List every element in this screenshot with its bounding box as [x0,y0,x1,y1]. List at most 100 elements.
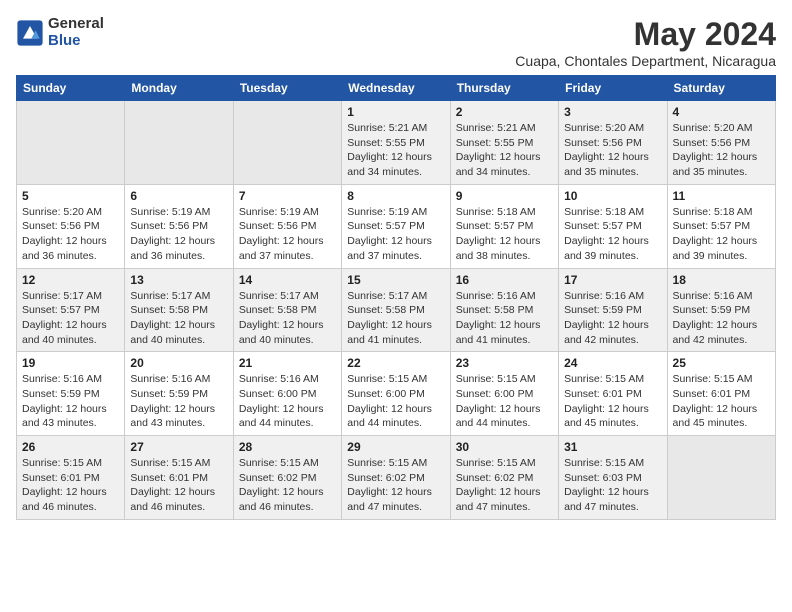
month-title: May 2024 [515,16,776,53]
day-info: Sunrise: 5:15 AMSunset: 6:02 PMDaylight:… [347,456,444,515]
day-number: 6 [130,189,227,203]
calendar-cell: 8 Sunrise: 5:19 AMSunset: 5:57 PMDaylight… [342,184,450,268]
title-block: May 2024 Cuapa, Chontales Department, Ni… [515,16,776,69]
calendar-cell: 30 Sunrise: 5:15 AMSunset: 6:02 PMDayligh… [450,436,558,520]
calendar-cell: 21Sunrise: 5:16 AMSunset: 6:00 PMDayligh… [233,352,341,436]
calendar-cell: 14 Sunrise: 5:17 AMSunset: 5:58 PMDayligh… [233,268,341,352]
day-number: 10 [564,189,661,203]
calendar-cell [667,436,775,520]
day-info: Sunrise: 5:15 AMSunset: 6:00 PMDaylight:… [456,372,553,431]
calendar-cell: 31 Sunrise: 5:15 AMSunset: 6:03 PMDayligh… [559,436,667,520]
header-day: Monday [125,76,233,101]
calendar-cell: 6 Sunrise: 5:19 AMSunset: 5:56 PMDaylight… [125,184,233,268]
calendar-cell: 20Sunrise: 5:16 AMSunset: 5:59 PMDayligh… [125,352,233,436]
day-info: Sunrise: 5:15 AMSunset: 6:01 PMDaylight:… [564,372,661,431]
day-info: Sunrise: 5:19 AMSunset: 5:57 PMDaylight:… [347,205,444,264]
calendar-cell: 23Sunrise: 5:15 AMSunset: 6:00 PMDayligh… [450,352,558,436]
calendar-week-row: 12Sunrise: 5:17 AMSunset: 5:57 PMDayligh… [17,268,776,352]
day-info: Sunrise: 5:15 AMSunset: 6:01 PMDaylight:… [130,456,227,515]
calendar-cell: 18 Sunrise: 5:16 AMSunset: 5:59 PMDayligh… [667,268,775,352]
day-info: Sunrise: 5:15 AMSunset: 6:01 PMDaylight:… [22,456,119,515]
calendar-cell: 17 Sunrise: 5:16 AMSunset: 5:59 PMDayligh… [559,268,667,352]
day-info: Sunrise: 5:15 AMSunset: 6:01 PMDaylight:… [673,372,770,431]
day-number: 9 [456,189,553,203]
logo-general: General [48,16,104,33]
day-number: 8 [347,189,444,203]
day-number: 13 [130,273,227,287]
calendar-cell: 7Sunrise: 5:19 AMSunset: 5:56 PMDaylight… [233,184,341,268]
calendar-cell [17,101,125,185]
calendar-cell: 9 Sunrise: 5:18 AMSunset: 5:57 PMDaylight… [450,184,558,268]
calendar-cell: 22Sunrise: 5:15 AMSunset: 6:00 PMDayligh… [342,352,450,436]
calendar-cell: 28Sunrise: 5:15 AMSunset: 6:02 PMDayligh… [233,436,341,520]
day-number: 5 [22,189,119,203]
day-info: Sunrise: 5:15 AMSunset: 6:02 PMDaylight:… [456,456,553,515]
day-number: 2 [456,105,553,119]
header-day: Wednesday [342,76,450,101]
day-info: Sunrise: 5:15 AMSunset: 6:03 PMDaylight:… [564,456,661,515]
logo-blue: Blue [48,33,104,50]
day-number: 20 [130,356,227,370]
day-number: 31 [564,440,661,454]
day-number: 21 [239,356,336,370]
day-info: Sunrise: 5:21 AMSunset: 5:55 PMDaylight:… [456,121,553,180]
day-number: 22 [347,356,444,370]
calendar-cell: 25 Sunrise: 5:15 AMSunset: 6:01 PMDayligh… [667,352,775,436]
day-info: Sunrise: 5:17 AMSunset: 5:58 PMDaylight:… [130,289,227,348]
day-info: Sunrise: 5:16 AMSunset: 5:59 PMDaylight:… [673,289,770,348]
calendar-cell: 24 Sunrise: 5:15 AMSunset: 6:01 PMDayligh… [559,352,667,436]
day-number: 24 [564,356,661,370]
calendar-cell: 2 Sunrise: 5:21 AMSunset: 5:55 PMDaylight… [450,101,558,185]
day-number: 14 [239,273,336,287]
day-info: Sunrise: 5:19 AMSunset: 5:56 PMDaylight:… [130,205,227,264]
day-info: Sunrise: 5:21 AMSunset: 5:55 PMDaylight:… [347,121,444,180]
calendar-cell: 19Sunrise: 5:16 AMSunset: 5:59 PMDayligh… [17,352,125,436]
day-info: Sunrise: 5:20 AMSunset: 5:56 PMDaylight:… [22,205,119,264]
day-info: Sunrise: 5:16 AMSunset: 5:58 PMDaylight:… [456,289,553,348]
day-info: Sunrise: 5:17 AMSunset: 5:58 PMDaylight:… [239,289,336,348]
header-day: Saturday [667,76,775,101]
calendar-cell: 16Sunrise: 5:16 AMSunset: 5:58 PMDayligh… [450,268,558,352]
calendar-cell: 4 Sunrise: 5:20 AMSunset: 5:56 PMDaylight… [667,101,775,185]
calendar-cell: 11 Sunrise: 5:18 AMSunset: 5:57 PMDayligh… [667,184,775,268]
calendar-body: 1Sunrise: 5:21 AMSunset: 5:55 PMDaylight… [17,101,776,520]
calendar-week-row: 1Sunrise: 5:21 AMSunset: 5:55 PMDaylight… [17,101,776,185]
calendar-cell [125,101,233,185]
calendar-cell: 13 Sunrise: 5:17 AMSunset: 5:58 PMDayligh… [125,268,233,352]
header-day: Tuesday [233,76,341,101]
calendar-cell: 5 Sunrise: 5:20 AMSunset: 5:56 PMDaylight… [17,184,125,268]
calendar-cell: 12Sunrise: 5:17 AMSunset: 5:57 PMDayligh… [17,268,125,352]
day-info: Sunrise: 5:15 AMSunset: 6:02 PMDaylight:… [239,456,336,515]
day-info: Sunrise: 5:19 AMSunset: 5:56 PMDaylight:… [239,205,336,264]
calendar-week-row: 19Sunrise: 5:16 AMSunset: 5:59 PMDayligh… [17,352,776,436]
day-number: 17 [564,273,661,287]
calendar-cell: 3Sunrise: 5:20 AMSunset: 5:56 PMDaylight… [559,101,667,185]
day-info: Sunrise: 5:16 AMSunset: 5:59 PMDaylight:… [564,289,661,348]
page-header: General Blue May 2024 Cuapa, Chontales D… [16,16,776,69]
logo-icon [16,19,44,47]
day-number: 25 [673,356,770,370]
calendar-cell: 1Sunrise: 5:21 AMSunset: 5:55 PMDaylight… [342,101,450,185]
day-info: Sunrise: 5:20 AMSunset: 5:56 PMDaylight:… [673,121,770,180]
calendar-cell: 26 Sunrise: 5:15 AMSunset: 6:01 PMDayligh… [17,436,125,520]
day-info: Sunrise: 5:18 AMSunset: 5:57 PMDaylight:… [456,205,553,264]
day-number: 4 [673,105,770,119]
day-number: 26 [22,440,119,454]
header-day: Friday [559,76,667,101]
header-day: Thursday [450,76,558,101]
logo: General Blue [16,16,104,49]
calendar-cell: 10 Sunrise: 5:18 AMSunset: 5:57 PMDayligh… [559,184,667,268]
logo-text: General Blue [48,16,104,49]
day-number: 30 [456,440,553,454]
day-info: Sunrise: 5:18 AMSunset: 5:57 PMDaylight:… [564,205,661,264]
day-number: 18 [673,273,770,287]
calendar: SundayMondayTuesdayWednesdayThursdayFrid… [16,75,776,520]
subtitle: Cuapa, Chontales Department, Nicaragua [515,53,776,69]
day-info: Sunrise: 5:17 AMSunset: 5:57 PMDaylight:… [22,289,119,348]
calendar-cell: 15Sunrise: 5:17 AMSunset: 5:58 PMDayligh… [342,268,450,352]
day-info: Sunrise: 5:18 AMSunset: 5:57 PMDaylight:… [673,205,770,264]
day-info: Sunrise: 5:16 AMSunset: 5:59 PMDaylight:… [22,372,119,431]
calendar-cell: 29Sunrise: 5:15 AMSunset: 6:02 PMDayligh… [342,436,450,520]
day-number: 11 [673,189,770,203]
header-row: SundayMondayTuesdayWednesdayThursdayFrid… [17,76,776,101]
